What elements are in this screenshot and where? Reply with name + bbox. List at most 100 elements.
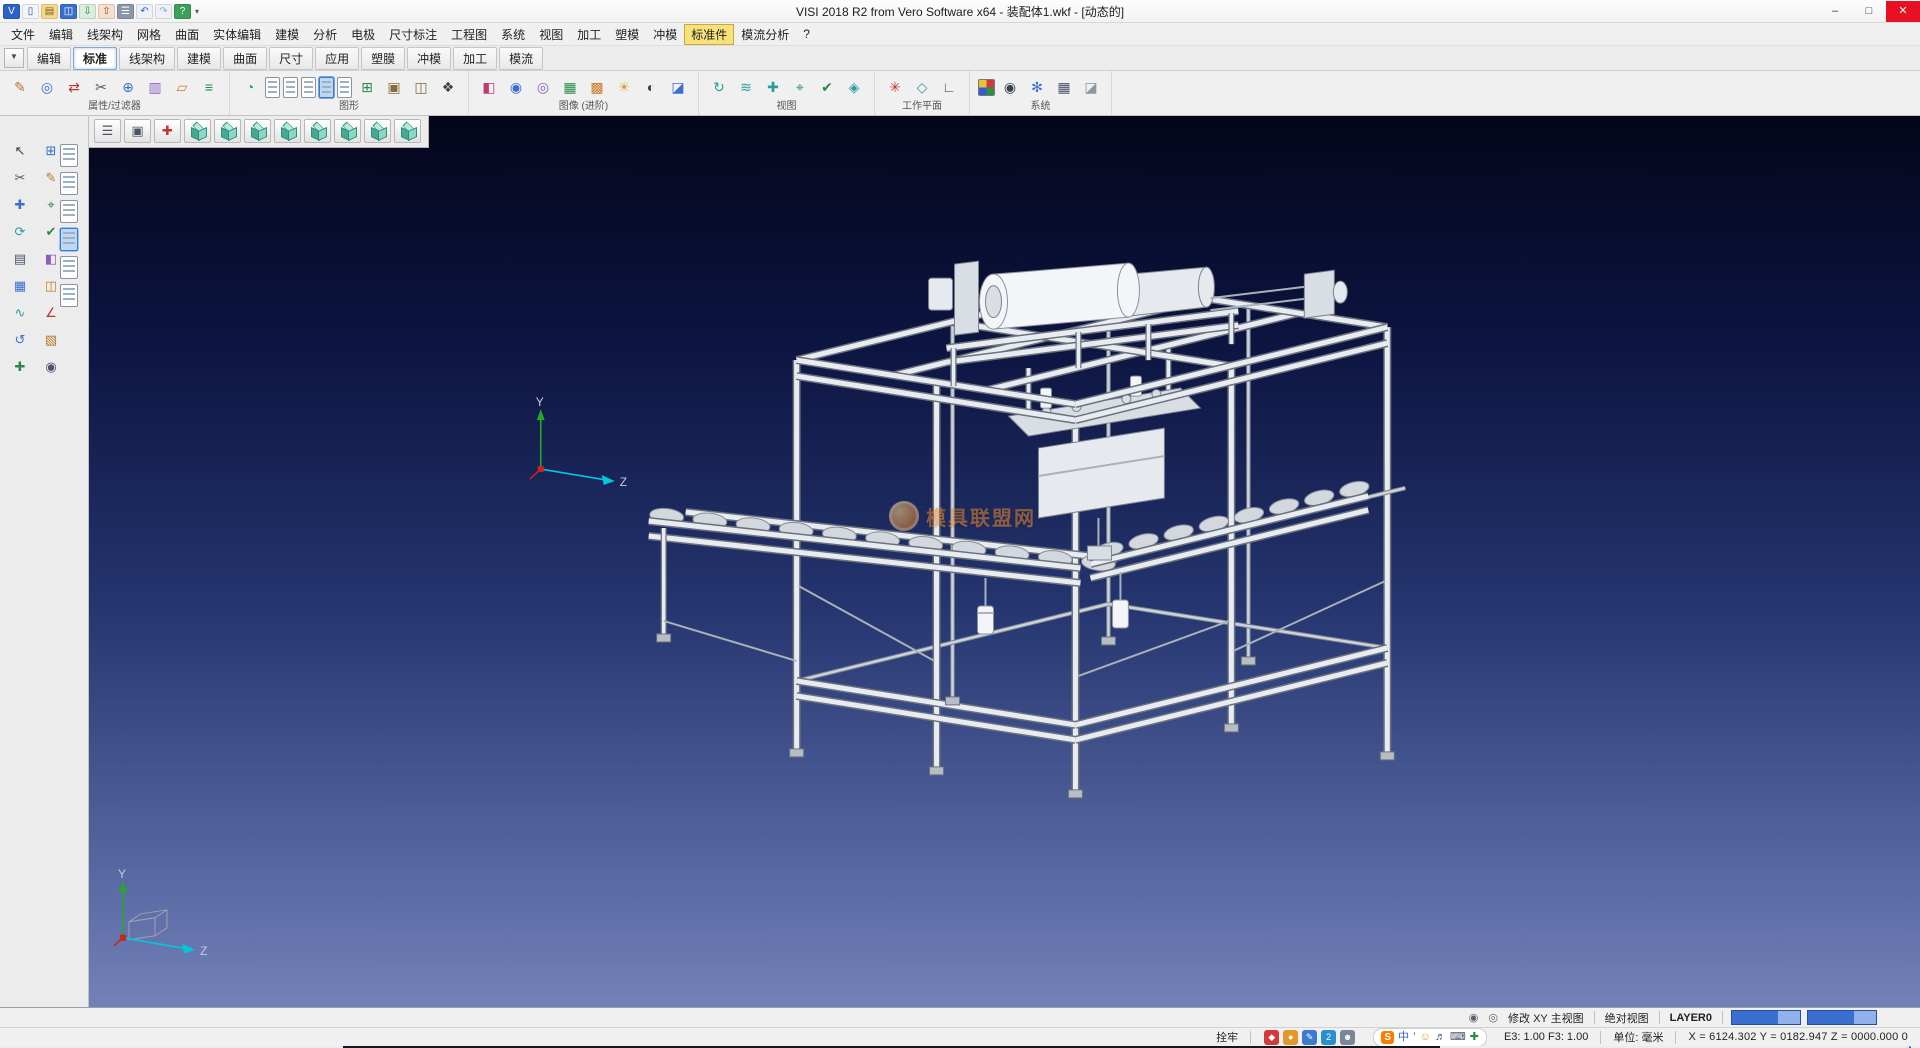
- ime-keyboard-icon[interactable]: ⌨: [1450, 1031, 1466, 1044]
- open-file-icon[interactable]: ▤: [41, 4, 58, 19]
- zoom-wave-icon[interactable]: ≋: [734, 75, 758, 99]
- import-icon[interactable]: ⇩: [79, 4, 96, 19]
- tab-edit[interactable]: 编辑: [27, 47, 71, 70]
- pan-view-icon[interactable]: ✚: [761, 75, 785, 99]
- cut-filter-icon[interactable]: ✂: [89, 75, 113, 99]
- snowflake-icon[interactable]: ✻: [1025, 75, 1049, 99]
- measure-target-icon[interactable]: ⌖: [40, 194, 62, 216]
- profile-list-icon-3[interactable]: [301, 77, 316, 98]
- menu-solid-edit[interactable]: 实体编辑: [206, 24, 268, 45]
- shaded-render-icon[interactable]: ◧: [477, 75, 501, 99]
- confirm-check-icon[interactable]: ✔: [40, 221, 62, 243]
- workplane-normal-icon[interactable]: ∟: [937, 75, 961, 99]
- zoom-region-icon[interactable]: ⊞: [40, 140, 62, 162]
- notes-grid-icon[interactable]: ▦: [9, 275, 31, 297]
- cad-plane-icon[interactable]: ◪: [1079, 75, 1103, 99]
- left-view-cube-icon[interactable]: [274, 119, 301, 143]
- tab-wireframe[interactable]: 线架构: [119, 47, 175, 70]
- column-filter-icon[interactable]: ▥: [143, 75, 167, 99]
- new-file-icon[interactable]: ▯: [22, 4, 39, 19]
- menu-electrode[interactable]: 电极: [344, 24, 382, 45]
- add-profile-icon[interactable]: ⊞: [355, 75, 379, 99]
- menu-die[interactable]: 冲模: [646, 24, 684, 45]
- mirror-icon[interactable]: ◫: [40, 275, 62, 297]
- back-view-cube-icon[interactable]: [244, 119, 271, 143]
- dark-gear-icon[interactable]: ❖: [436, 75, 460, 99]
- document-tablet-icon-5[interactable]: [60, 256, 78, 279]
- table-grid-icon[interactable]: ▦: [1052, 75, 1076, 99]
- tab-application[interactable]: 应用: [315, 47, 359, 70]
- block-pair-icon[interactable]: ◫: [409, 75, 433, 99]
- link-filter-icon[interactable]: ⊕: [116, 75, 140, 99]
- maximize-button[interactable]: □: [1852, 1, 1886, 22]
- menu-standard-parts[interactable]: 标准件: [684, 24, 734, 45]
- tab-standard[interactable]: 标准: [73, 47, 117, 70]
- gem-view-icon[interactable]: ◈: [842, 75, 866, 99]
- move-cube-icon[interactable]: ◧: [40, 248, 62, 270]
- view-window-icon[interactable]: ▣: [124, 119, 151, 143]
- menu-drawing[interactable]: 工程图: [444, 24, 494, 45]
- tray-number-icon[interactable]: 2: [1321, 1030, 1336, 1045]
- verify-view-icon[interactable]: ✔: [815, 75, 839, 99]
- save-icon[interactable]: ◫: [60, 4, 77, 19]
- document-tablet-icon-active[interactable]: [60, 228, 78, 251]
- menu-machining[interactable]: 加工: [570, 24, 608, 45]
- tab-machining[interactable]: 加工: [453, 47, 497, 70]
- close-button[interactable]: ✕: [1886, 1, 1920, 22]
- undo-icon[interactable]: ↶: [136, 4, 153, 19]
- document-tablet-icon-2[interactable]: [60, 172, 78, 195]
- tab-mold[interactable]: 塑膜: [361, 47, 405, 70]
- solid-block-icon[interactable]: ▣: [382, 75, 406, 99]
- document-tablet-icon-3[interactable]: [60, 200, 78, 223]
- trim-scissors-icon[interactable]: ✂: [9, 167, 31, 189]
- color-grid-icon[interactable]: [978, 79, 995, 96]
- view-status[interactable]: 绝对视图: [1600, 1010, 1654, 1026]
- hidden-line-icon[interactable]: ◎: [531, 75, 555, 99]
- top-view-cube-icon[interactable]: [334, 119, 361, 143]
- layer-status[interactable]: LAYER0: [1665, 1012, 1717, 1024]
- lock-toggle[interactable]: 拴牢: [1216, 1029, 1238, 1045]
- sogou-logo-icon[interactable]: S: [1381, 1031, 1394, 1044]
- menu-wireframe[interactable]: 线架构: [80, 24, 130, 45]
- iso-view-cube-icon[interactable]: [184, 119, 211, 143]
- light-source-icon[interactable]: ☀: [612, 75, 636, 99]
- menu-analysis[interactable]: 分析: [306, 24, 344, 45]
- globe-icon[interactable]: ◉: [998, 75, 1022, 99]
- rotate-view-icon[interactable]: ⟳: [9, 221, 31, 243]
- workplane-origin-icon[interactable]: ✳: [883, 75, 907, 99]
- document-tablet-icon-1[interactable]: [60, 144, 78, 167]
- tab-dropdown-button[interactable]: ▼: [4, 48, 24, 68]
- quick-access-dropdown[interactable]: ▾: [191, 7, 203, 16]
- dynamic-rotate-icon[interactable]: ↻: [707, 75, 731, 99]
- plus-create-icon[interactable]: ✚: [9, 356, 31, 378]
- menu-dimension[interactable]: 尺寸标注: [382, 24, 444, 45]
- right-view-cube-icon[interactable]: [304, 119, 331, 143]
- sketch-pencil-icon[interactable]: ✎: [40, 167, 62, 189]
- ime-voice-icon[interactable]: ♬: [1435, 1031, 1446, 1044]
- menu-view[interactable]: 视图: [532, 24, 570, 45]
- menu-modeling[interactable]: 建模: [268, 24, 306, 45]
- edit-attributes-icon[interactable]: ✎: [8, 75, 32, 99]
- texture-render-icon[interactable]: ▩: [585, 75, 609, 99]
- app-logo-icon[interactable]: V: [3, 4, 20, 19]
- profile-list-icon-active[interactable]: [319, 77, 334, 98]
- export-icon[interactable]: ⇧: [98, 4, 115, 19]
- ime-language-icon[interactable]: 中: [1398, 1031, 1409, 1044]
- tab-modeling[interactable]: 建模: [177, 47, 221, 70]
- workplane-select-icon[interactable]: ◇: [910, 75, 934, 99]
- menu-surface[interactable]: 曲面: [168, 24, 206, 45]
- mesh-render-icon[interactable]: ▦: [558, 75, 582, 99]
- history-undo-icon[interactable]: ↺: [9, 329, 31, 351]
- inspect-attributes-icon[interactable]: ◎: [35, 75, 59, 99]
- section-view-icon[interactable]: ◪: [666, 75, 690, 99]
- tab-die[interactable]: 冲模: [407, 47, 451, 70]
- menu-edit[interactable]: 编辑: [42, 24, 80, 45]
- layers-stack-icon[interactable]: ▤: [9, 248, 31, 270]
- print-icon[interactable]: ☰: [117, 4, 134, 19]
- eye-visibility-icon[interactable]: ◉: [40, 356, 62, 378]
- curve-icon[interactable]: ∿: [9, 302, 31, 324]
- tray-app-gold-icon[interactable]: ●: [1283, 1030, 1298, 1045]
- workplane-status[interactable]: 修改 XY 主视图: [1503, 1010, 1589, 1026]
- snap-cross-icon[interactable]: ✚: [9, 194, 31, 216]
- tray-user-icon[interactable]: ☻: [1340, 1030, 1355, 1045]
